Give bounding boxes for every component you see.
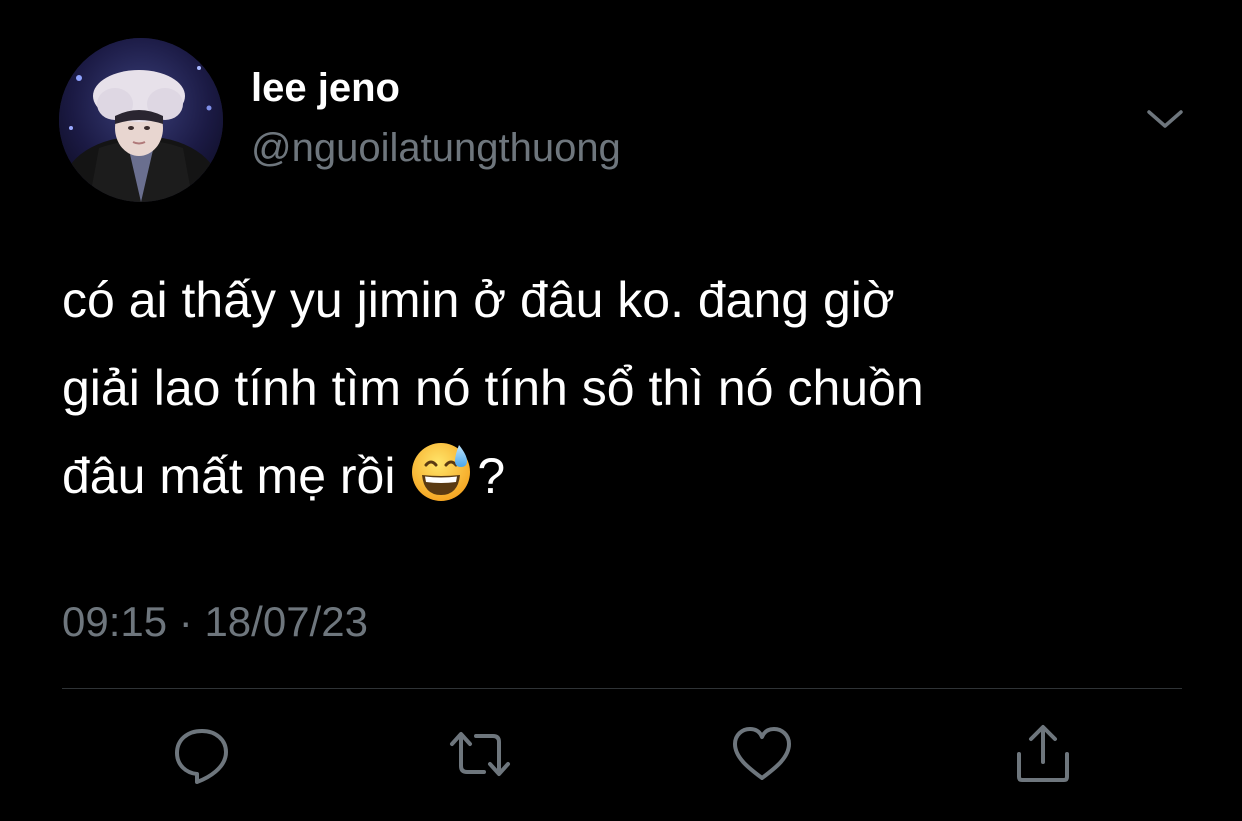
avatar[interactable] (59, 38, 223, 202)
meta-separator: · (178, 598, 193, 645)
tweet-text: có ai thấy yu jimin ở đâu ko. đang giờ g… (62, 256, 1192, 520)
tweet-text-line-last: đâu mất mẹ rồi ? (62, 432, 1192, 520)
retweet-icon[interactable] (448, 722, 512, 786)
tweet-trailing-text: ? (477, 448, 506, 504)
tweet-time: 09:15 (62, 598, 168, 645)
tweet-timestamp[interactable]: 09:15 · 18/07/23 (62, 598, 368, 646)
share-icon[interactable] (1011, 722, 1075, 786)
reply-icon[interactable] (170, 722, 234, 786)
tweet-text-line: giải lao tính tìm nó tính sổ thì nó chuồ… (62, 360, 924, 416)
display-name[interactable]: lee jeno (251, 66, 400, 111)
chevron-down-icon[interactable] (1145, 102, 1185, 136)
tweet-text-line: đâu mất mẹ rồi (62, 448, 396, 504)
tweet-text-line: có ai thấy yu jimin ở đâu ko. đang giờ (62, 272, 895, 328)
heart-icon[interactable] (730, 722, 794, 786)
grinning-face-with-sweat-icon (409, 439, 473, 503)
user-handle[interactable]: @nguoilatungthuong (251, 126, 621, 171)
tweet-card: lee jeno @nguoilatungthuong có ai thấy y… (0, 0, 1242, 821)
divider (62, 688, 1182, 689)
tweet-date: 18/07/23 (204, 598, 368, 645)
action-bar (0, 722, 1242, 786)
